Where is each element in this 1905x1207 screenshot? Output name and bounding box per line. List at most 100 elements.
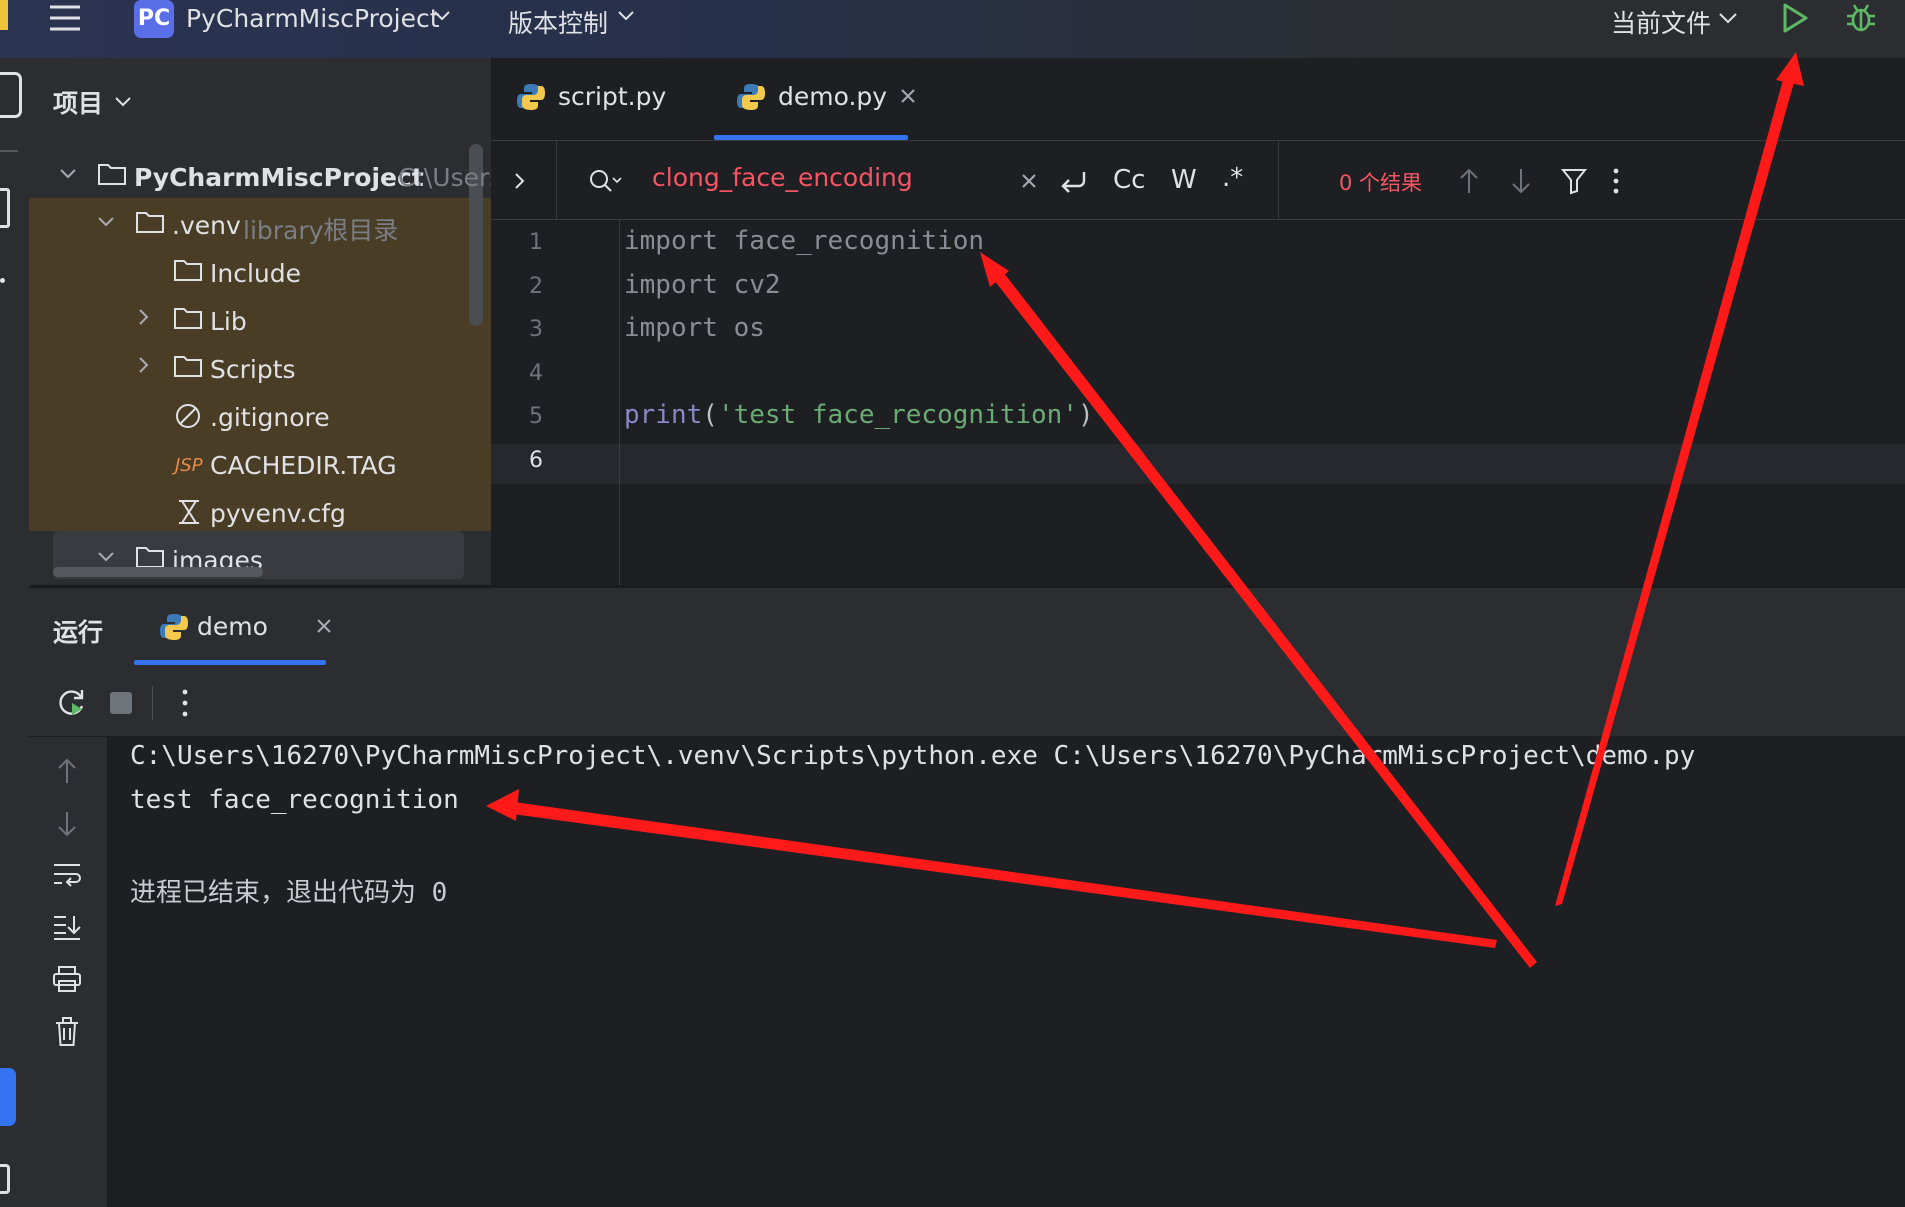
regex-button[interactable]: .* bbox=[1222, 163, 1243, 193]
run-panel-title: 运行 bbox=[53, 618, 104, 647]
tree-item-cachedir[interactable]: JSP CACHEDIR.TAG bbox=[29, 443, 491, 487]
tree-item-lib[interactable]: Lib bbox=[29, 299, 491, 343]
line-number: 1 bbox=[529, 230, 543, 255]
trash-icon bbox=[56, 1017, 78, 1046]
config-file-icon bbox=[179, 500, 199, 524]
more-options-icon bbox=[1613, 168, 1619, 194]
active-run-tab-underline bbox=[134, 660, 326, 665]
python-file-icon bbox=[737, 84, 765, 110]
jsp-file-icon: JSP bbox=[175, 455, 203, 476]
folder-icon bbox=[174, 356, 202, 377]
run-tab-label: demo bbox=[197, 612, 268, 641]
print-icon bbox=[53, 966, 81, 992]
tree-item-label: Include bbox=[210, 259, 302, 288]
chevron-right-icon bbox=[139, 309, 149, 325]
project-panel-title: 项目 bbox=[53, 89, 104, 118]
code-keyword: import bbox=[624, 226, 718, 256]
tree-item-path: C:\Users bbox=[398, 163, 503, 192]
vcs-dropdown[interactable]: 版本控制 bbox=[508, 4, 608, 40]
code-line-5[interactable]: print('test face_recognition') bbox=[624, 400, 1094, 430]
code-text: cv2 bbox=[717, 270, 781, 300]
rerun-icon bbox=[59, 690, 84, 715]
line-number-current: 6 bbox=[529, 448, 543, 473]
more-tools-icon[interactable] bbox=[0, 278, 5, 283]
tree-item-venv[interactable]: .venv library根目录 bbox=[29, 203, 491, 247]
tree-item-include[interactable]: Include bbox=[29, 251, 491, 295]
close-icon bbox=[317, 619, 331, 633]
search-input[interactable]: clong_face_encoding bbox=[652, 163, 913, 192]
scroll-to-end-icon bbox=[54, 916, 81, 940]
left-tool-strip bbox=[0, 58, 30, 1207]
tree-item-label: CACHEDIR.TAG bbox=[210, 451, 397, 480]
code-keyword: import bbox=[624, 270, 718, 300]
code-line-3[interactable]: import os bbox=[624, 313, 765, 343]
scroll-up-icon bbox=[58, 758, 76, 783]
strip-divider bbox=[0, 150, 18, 152]
chevron-right-icon bbox=[139, 357, 149, 373]
run-tab-demo[interactable]: demo bbox=[159, 608, 339, 658]
debug-button[interactable] bbox=[1845, 2, 1877, 34]
project-badge: PC bbox=[134, 0, 174, 38]
tab-demo-py[interactable]: demo.py bbox=[736, 78, 936, 128]
code-string: 'test face_recognition' bbox=[717, 400, 1078, 430]
code-text: os bbox=[717, 313, 765, 343]
project-tool-icon[interactable] bbox=[0, 72, 22, 118]
run-side-toolbar bbox=[29, 737, 107, 1207]
main-menu-icon[interactable] bbox=[48, 2, 82, 34]
active-tab-underline bbox=[714, 135, 908, 140]
project-name-label: PyCharmMiscProject bbox=[186, 4, 440, 33]
run-panel-header: 运行 demo bbox=[29, 588, 1905, 668]
code-line-2[interactable]: import cv2 bbox=[624, 270, 781, 300]
horizontal-scrollbar[interactable] bbox=[53, 567, 263, 577]
tree-item-label: .gitignore bbox=[210, 403, 330, 432]
more-options-icon bbox=[182, 689, 188, 717]
run-button[interactable] bbox=[1780, 2, 1810, 34]
editor-tab-bar: script.py demo.py bbox=[491, 58, 1905, 141]
tab-script-py[interactable]: script.py bbox=[516, 78, 696, 128]
title-bar: PC PyCharmMiscProject 版本控制 当前文件 bbox=[0, 0, 1905, 58]
tree-item-scripts[interactable]: Scripts bbox=[29, 347, 491, 391]
python-file-icon bbox=[160, 614, 188, 640]
python-file-icon bbox=[517, 84, 545, 110]
newline-icon bbox=[1061, 172, 1086, 193]
chevron-down-icon bbox=[1718, 12, 1738, 24]
match-case-button[interactable]: Cc bbox=[1113, 165, 1145, 195]
tree-item-pyvenv[interactable]: pyvenv.cfg bbox=[29, 491, 491, 535]
chevron-down-icon[interactable] bbox=[114, 96, 132, 108]
next-match-icon bbox=[1512, 169, 1530, 194]
tree-item-gitignore[interactable]: .gitignore bbox=[29, 395, 491, 439]
code-keyword: import bbox=[624, 313, 718, 343]
filter-icon bbox=[1561, 169, 1587, 195]
terminal-tool-icon[interactable] bbox=[0, 1164, 10, 1194]
python-console-icon[interactable] bbox=[0, 1068, 16, 1126]
folder-icon bbox=[174, 308, 202, 329]
find-divider bbox=[1278, 141, 1279, 219]
code-paren: ( bbox=[702, 400, 718, 430]
code-paren: ) bbox=[1077, 400, 1094, 430]
find-bar: clong_face_encoding Cc W .* 0 个结果 bbox=[491, 141, 1905, 220]
find-divider bbox=[556, 141, 557, 219]
console-line: C:\Users\16270\PyCharmMiscProject\.venv\… bbox=[130, 741, 1696, 771]
tree-item-project-root[interactable]: PyCharmMiscProject C:\Users bbox=[29, 155, 502, 199]
folder-icon bbox=[174, 260, 202, 281]
soft-wrap-icon bbox=[54, 864, 81, 887]
stop-button[interactable] bbox=[110, 692, 132, 714]
left-edge-marker bbox=[0, 0, 8, 30]
run-config-dropdown[interactable]: 当前文件 bbox=[1611, 4, 1711, 40]
line-number: 3 bbox=[529, 317, 543, 342]
project-name-dropdown[interactable]: PyCharmMiscProject bbox=[186, 4, 440, 33]
tree-item-hint: library根目录 bbox=[243, 216, 399, 245]
current-line-highlight bbox=[491, 444, 1905, 484]
chevron-down-icon bbox=[617, 10, 635, 22]
run-toolbar bbox=[29, 668, 1905, 737]
code-line-1[interactable]: import face_recognition bbox=[624, 226, 984, 256]
whole-word-button[interactable]: W bbox=[1171, 165, 1197, 195]
search-icon bbox=[590, 170, 622, 192]
ignore-file-icon bbox=[176, 404, 200, 428]
run-config-label: 当前文件 bbox=[1611, 9, 1712, 38]
chevron-right-icon bbox=[515, 173, 525, 189]
close-icon bbox=[901, 89, 915, 103]
toolbar-divider bbox=[152, 686, 153, 720]
console-exit-line: 进程已结束，退出代码为 0 bbox=[130, 878, 448, 908]
structure-tool-icon[interactable] bbox=[0, 188, 10, 228]
